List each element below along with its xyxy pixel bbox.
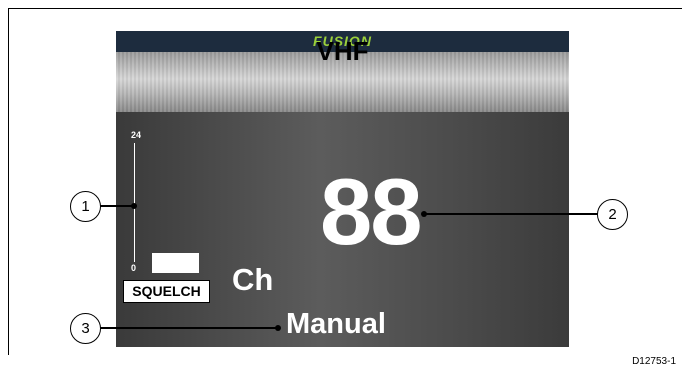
- squelch-scale-min: 0: [131, 263, 137, 273]
- channel-prefix: Ch: [232, 262, 274, 297]
- callout-3-leader: [100, 327, 278, 329]
- channel-number: 88: [320, 159, 423, 264]
- source-title: VHF: [316, 36, 369, 66]
- callout-3: 3: [70, 313, 101, 344]
- callout-1: 1: [70, 191, 101, 222]
- callout-2: 2: [597, 199, 628, 230]
- callout-1-dot: [131, 203, 137, 209]
- callout-1-leader: [100, 205, 134, 207]
- callout-3-dot: [275, 325, 281, 331]
- callout-2-dot: [421, 211, 427, 217]
- squelch-scale-max: 24: [131, 130, 142, 140]
- callout-2-leader: [424, 213, 599, 215]
- channel-mode: Manual: [286, 308, 386, 340]
- figure-frame-left: [8, 8, 9, 355]
- squelch-label: SQUELCH: [123, 280, 210, 303]
- squelch-level-indicator: [152, 253, 199, 273]
- figure-frame-top: [8, 8, 682, 9]
- figure-id: D12753-1: [632, 356, 676, 367]
